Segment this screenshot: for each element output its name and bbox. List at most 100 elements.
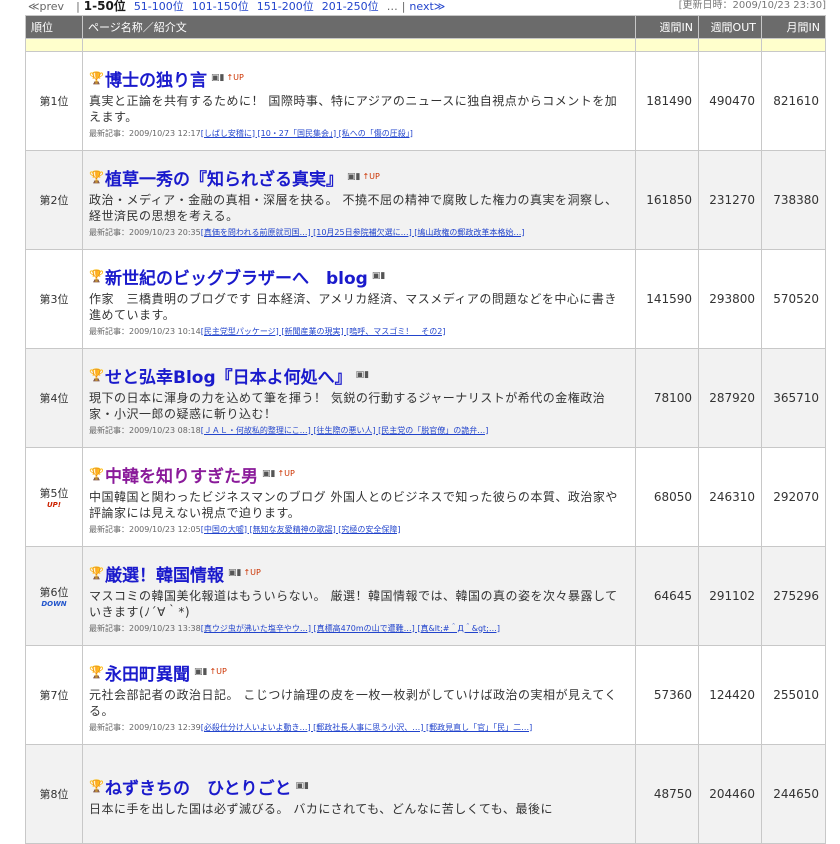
recent-date: 2009/10/23 12:17 xyxy=(129,128,201,138)
recent-date: 2009/10/23 20:35 xyxy=(129,227,201,237)
page-link-201-250[interactable]: 201-250位 xyxy=(322,0,379,13)
mobile-icon: ▣▮ xyxy=(355,370,370,380)
recent-article-links[interactable]: [民主党型パッケージ] [新聞産業の現実] [嗚呼、マスゴミ！ その2] xyxy=(201,327,446,336)
recent-label: 最新記事： xyxy=(89,524,129,534)
update-icon: ↑UP xyxy=(209,667,227,676)
monthly-in-value: 275296 xyxy=(761,546,826,646)
header-row: 順位 ページ名称／紹介文 週間IN 週間OUT 月間IN xyxy=(25,15,826,39)
table-row: 第5位 UP! 🏆 中韓を知りすぎた男 ▣▮ ↑UP 中国韓国と関わったビジネスマン… xyxy=(25,447,826,547)
weekly-out-value: 291102 xyxy=(698,546,762,646)
prev-link[interactable]: ≪prev xyxy=(28,0,68,13)
recent-date: 2009/10/23 08:18 xyxy=(129,425,201,435)
recent-label: 最新記事： xyxy=(89,425,129,435)
weekly-in-value: 57360 xyxy=(635,645,699,745)
monthly-in-value: 244650 xyxy=(761,744,826,844)
table-row: 第4位 🏆 せと弘幸Blog『日本よ何処へ』 ▣▮ 現下の日本に渾身の力を込めて… xyxy=(25,348,826,448)
trophy-icon: 🏆 xyxy=(89,467,104,481)
header-weekly-in: 週間IN xyxy=(635,15,699,39)
table-row: 第2位 🏆 植草一秀の『知られざる真実』 ▣▮ ↑UP 政治・メディア・金融の真相… xyxy=(25,150,826,250)
blog-title-link[interactable]: 植草一秀の『知られざる真実』 xyxy=(105,165,343,190)
weekly-out-value: 287920 xyxy=(698,348,762,448)
more-pages: … xyxy=(386,0,398,13)
weekly-in-value: 161850 xyxy=(635,150,699,250)
trophy-icon: 🏆 xyxy=(89,269,104,283)
blog-title-link[interactable]: せと弘幸Blog『日本よ何処へ』 xyxy=(105,363,352,388)
blog-title-link[interactable]: ねずきちの ひとりごと xyxy=(105,774,292,799)
table-row: 第3位 🏆 新世紀のビッグブラザーへ blog ▣▮ 作家 三橋貴明のブログです… xyxy=(25,249,826,349)
table-row: 第7位 🏆 永田町異聞 ▣▮ ↑UP 元社会部記者の政治日記。 こじつけ論理の皮を… xyxy=(25,645,826,745)
rank-cell: 第3位 xyxy=(25,249,83,349)
recent-date: 2009/10/23 12:05 xyxy=(129,524,201,534)
monthly-in-value: 570520 xyxy=(761,249,826,349)
rank-cell: 第8位 xyxy=(25,744,83,844)
blog-description: 元社会部記者の政治日記。 こじつけ論理の皮を一枚一枚剥がしていけば政治の実相が見… xyxy=(89,687,617,718)
weekly-out-value: 293800 xyxy=(698,249,762,349)
weekly-in-value: 68050 xyxy=(635,447,699,547)
weekly-out-value: 246310 xyxy=(698,447,762,547)
recent-article-links[interactable]: [しばし安稽に] [10・27「国民集会」] [私への「傷の圧殺」] xyxy=(201,129,413,138)
mobile-icon: ▣▮ xyxy=(347,172,361,182)
monthly-in-value: 738380 xyxy=(761,150,826,250)
header-rank: 順位 xyxy=(25,15,83,39)
trophy-icon: 🏆 xyxy=(89,368,104,382)
update-icon: ↑UP xyxy=(243,568,261,577)
mobile-icon: ▣▮ xyxy=(194,667,208,677)
recent-date: 2009/10/23 10:14 xyxy=(129,326,201,336)
recent-articles: 最新記事：2009/10/23 20:35[真価を問われる前原就司国…] [10… xyxy=(89,227,629,238)
page-link-151-200[interactable]: 151-200位 xyxy=(257,0,314,13)
header-monthly-in: 月間IN xyxy=(761,15,826,39)
mobile-icon: ▣▮ xyxy=(211,73,225,83)
recent-articles: 最新記事：2009/10/23 08:18[ＪＡＬ・何故私的整理にこ…] [往生… xyxy=(89,425,629,436)
recent-article-links[interactable]: [必殺仕分け人いよいよ動き…] [郵政社長人事に思う小沢、…] [郵政見直し「官… xyxy=(201,723,533,732)
rank-label: 第6位 xyxy=(39,586,69,599)
trophy-icon: 🏆 xyxy=(89,170,104,184)
rank-label: 第2位 xyxy=(39,194,69,207)
blog-title-link[interactable]: 永田町異聞 xyxy=(105,660,190,685)
blog-title-link[interactable]: 博士の独り言 xyxy=(105,66,207,91)
recent-article-links[interactable]: [真価を問われる前原就司国…] [10月25日参院補欠選に…] [鳩山政権の郵政… xyxy=(201,228,525,237)
recent-articles: 最新記事：2009/10/23 12:17[しばし安稽に] [10・27「国民集… xyxy=(89,128,629,139)
rank-label: 第7位 xyxy=(39,689,69,702)
page-link-101-150[interactable]: 101-150位 xyxy=(192,0,249,13)
recent-date: 2009/10/23 12:39 xyxy=(129,722,201,732)
recent-article-links[interactable]: [中国の大嘘] [無知な友愛精神の歌謡] [究極の安全保障] xyxy=(201,525,401,534)
rank-label: 第1位 xyxy=(39,95,69,108)
mobile-icon: ▣▮ xyxy=(371,271,386,281)
page-link-51-100[interactable]: 51-100位 xyxy=(134,0,184,13)
blog-title-link[interactable]: 中韓を知りすぎた男 xyxy=(105,462,258,487)
blog-info-cell: 🏆 ねずきちの ひとりごと ▣▮ 日本に手を出した国は必ず滅びる。 バカにされて… xyxy=(82,744,636,844)
mobile-icon: ▣▮ xyxy=(228,568,242,578)
weekly-out-value: 204460 xyxy=(698,744,762,844)
blog-title-link[interactable]: 厳選！韓国情報 xyxy=(105,561,224,586)
ranking-table: 順位 ページ名称／紹介文 週間IN 週間OUT 月間IN 第1位 🏆 博士の独り… xyxy=(25,15,826,844)
rank-cell: 第6位 DOWN xyxy=(25,546,83,646)
rank-label: 第5位 xyxy=(39,487,69,500)
recent-article-links[interactable]: [ＪＡＬ・何故私的整理にこ…] [往生際の悪い人] [民主党の「脱官僚」の詭弁…… xyxy=(201,426,489,435)
recent-label: 最新記事： xyxy=(89,722,129,732)
rank-up-badge: UP! xyxy=(46,501,61,509)
next-link[interactable]: next≫ xyxy=(409,0,445,13)
recent-article-links[interactable]: [真ウジ虫が沸いた塩辛やウ…] [真標高470mの山で遭難…] [真&lt;#＾… xyxy=(201,624,500,633)
table-row: 第1位 🏆 博士の独り言 ▣▮ ↑UP 真実と正論を共有するために！ 国際時事、特… xyxy=(25,51,826,151)
blog-description: 中国韓国と関わったビジネスマンのブログ 外国人とのビジネスで知った彼らの本質、政… xyxy=(89,489,618,520)
weekly-out-value: 124420 xyxy=(698,645,762,745)
weekly-in-value: 181490 xyxy=(635,51,699,151)
rank-label: 第4位 xyxy=(39,392,69,405)
pagination-nav: ≪prev | 1-50位 51-100位 101-150位 151-200位 201-25… xyxy=(0,0,840,14)
rank-cell: 第5位 UP! xyxy=(25,447,83,547)
trophy-icon: 🏆 xyxy=(89,665,104,679)
weekly-in-value: 141590 xyxy=(635,249,699,349)
recent-articles: 最新記事：2009/10/23 12:05[中国の大嘘] [無知な友愛精神の歌謡… xyxy=(89,524,629,535)
recent-label: 最新記事： xyxy=(89,128,129,138)
blog-description: 日本に手を出した国は必ず滅びる。 バカにされても、どんなに苦しくても、最後に xyxy=(89,801,553,816)
table-row: 第6位 DOWN 🏆 厳選！韓国情報 ▣▮ ↑UP マスコミの韓国美化報道はもういら… xyxy=(25,546,826,646)
blog-description: 作家 三橋貴明のブログです 日本経済、アメリカ経済、マスメディアの問題などを中心… xyxy=(89,291,617,322)
weekly-in-value: 48750 xyxy=(635,744,699,844)
monthly-in-value: 821610 xyxy=(761,51,826,151)
update-timestamp: [更新日時：2009/10/23 23:30] xyxy=(678,0,826,11)
rank-cell: 第1位 xyxy=(25,51,83,151)
blog-description: 真実と正論を共有するために！ 国際時事、特にアジアのニュースに独自視点からコメン… xyxy=(89,93,618,124)
blog-title-link[interactable]: 新世紀のビッグブラザーへ blog xyxy=(105,264,368,289)
recent-label: 最新記事： xyxy=(89,326,129,336)
rank-cell: 第4位 xyxy=(25,348,83,448)
